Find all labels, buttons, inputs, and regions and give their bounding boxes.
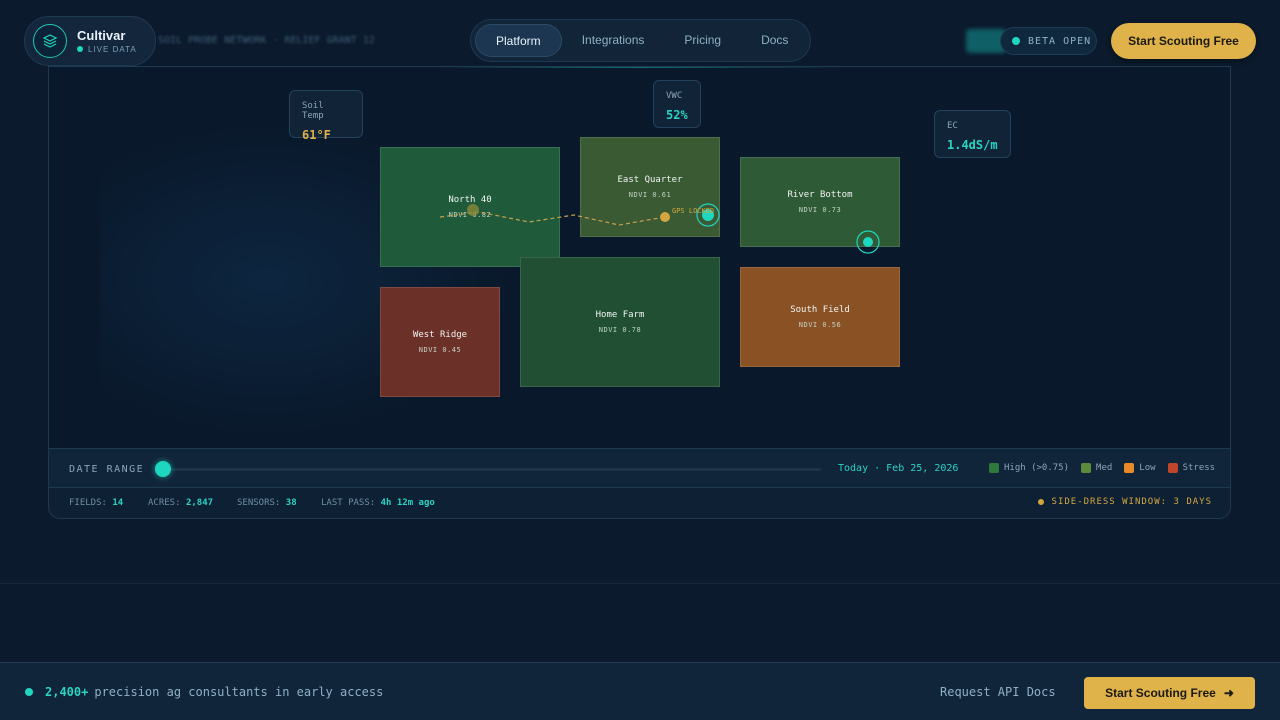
ec-label: EC [947, 121, 958, 131]
sidedress-dot-icon [1037, 499, 1044, 505]
ec-card: EC 1.4dS/m [934, 110, 1011, 158]
stat-last-pass: LAST PASS: 4h 12m ago [321, 498, 435, 508]
soil-temp-value: 61°F [302, 128, 331, 142]
nav-docs[interactable]: Docs [741, 24, 808, 57]
layers-logo-icon [33, 24, 67, 58]
footer-cta-label: Start Scouting Free [1105, 686, 1216, 700]
beta-label: BETA OPEN [1028, 35, 1092, 47]
legend-label: High (>0.75) [1004, 463, 1070, 473]
stats-bar: FIELDS: 14 ACRES: 2,847 SENSORS: 38 LAST… [49, 488, 1230, 518]
nav-pricing[interactable]: Pricing [664, 24, 741, 57]
sidedress-window: SIDE-DRESS WINDOW: 3 DAYS [1037, 497, 1212, 507]
legend-high: High (>0.75) [989, 463, 1069, 473]
date-range-track[interactable] [163, 468, 821, 471]
stat-label: LAST PASS: [321, 498, 376, 508]
early-access-dot-icon [25, 688, 33, 696]
legend-swatch [989, 463, 999, 473]
early-access-text: precision ag consultants in early access [94, 685, 384, 699]
early-access-count: 2,400+ [45, 685, 89, 699]
main-nav: Platform Integrations Pricing Docs [470, 19, 811, 62]
live-data-label: LIVE DATA [88, 44, 137, 54]
date-range-value: Today · Feb 25, 2026 [838, 463, 959, 474]
brand-name: Cultivar [77, 27, 126, 43]
date-range-bar: DATE RANGE Today · Feb 25, 2026 High (>0… [49, 448, 1230, 488]
blurred-ticker: SOIL PROBE NETWORK · RELIEF GRANT 12 [158, 35, 375, 46]
live-data-status: LIVE DATA [77, 45, 137, 54]
gps-locked-label: GPS LOCKED [672, 207, 715, 215]
sensor-node-2[interactable] [863, 237, 873, 247]
legend-swatch [1124, 463, 1135, 473]
soil-temp-label: Soil Temp [302, 101, 324, 121]
arrow-right-icon: ➜ [1223, 686, 1234, 700]
stat-sensors: SENSORS: 38 [237, 498, 297, 508]
sticky-footer-bar: 2,400+ precision ag consultants in early… [0, 662, 1280, 720]
stat-value: 38 [285, 498, 297, 508]
legend-swatch [1081, 463, 1092, 473]
legend-label: Med [1096, 463, 1113, 473]
beta-badge: BETA OPEN [1000, 27, 1097, 55]
brand-badge[interactable]: Cultivar LIVE DATA [24, 16, 156, 66]
section-divider [0, 583, 1280, 584]
nav-platform[interactable]: Platform [475, 24, 562, 57]
vwc-card: VWC 52% [653, 80, 701, 128]
request-api-docs-link[interactable]: Request API Docs [940, 685, 1056, 699]
early-access-note: 2,400+ precision ag consultants in early… [25, 685, 383, 699]
legend-label: Stress [1182, 463, 1216, 473]
ec-value: 1.4dS/m [947, 138, 998, 152]
stat-acres: ACRES: 2,847 [148, 498, 213, 508]
stat-value: 14 [112, 498, 124, 508]
sidedress-label: SIDE-DRESS WINDOW: 3 DAYS [1051, 497, 1212, 507]
stat-value: 2,847 [185, 498, 214, 508]
vwc-label: VWC [666, 91, 683, 101]
stat-fields: FIELDS: 14 [69, 498, 123, 508]
stat-label: FIELDS: [69, 498, 107, 508]
date-range-thumb[interactable] [155, 461, 171, 477]
legend-label: Low [1139, 463, 1156, 473]
footer-start-scouting-button[interactable]: Start Scouting Free ➜ [1084, 677, 1255, 709]
field-map-panel: North 40 NDVI 0.82 East Quarter NDVI 0.6… [48, 66, 1231, 519]
vwc-value: 52% [666, 108, 688, 122]
stat-value: 4h 12m ago [380, 498, 435, 508]
soil-temp-card: Soil Temp 61°F [289, 90, 363, 142]
legend-med: Med [1081, 463, 1112, 473]
stat-label: SENSORS: [237, 498, 281, 508]
field-map[interactable]: North 40 NDVI 0.82 East Quarter NDVI 0.6… [49, 67, 1230, 448]
ndvi-legend: High (>0.75) Med Low Stress [989, 463, 1227, 473]
waypoint-marker[interactable] [467, 204, 479, 216]
stat-label: ACRES: [148, 498, 181, 508]
date-range-label: DATE RANGE [69, 464, 145, 475]
gps-marker[interactable] [660, 212, 670, 222]
legend-swatch [1167, 463, 1178, 473]
start-scouting-button[interactable]: Start Scouting Free [1111, 23, 1256, 59]
beta-dot-icon [1012, 37, 1020, 45]
legend-stress: Stress [1167, 463, 1216, 473]
legend-low: Low [1124, 463, 1156, 473]
nav-integrations[interactable]: Integrations [562, 24, 665, 57]
live-dot-icon [77, 46, 83, 52]
scout-route [439, 203, 880, 254]
